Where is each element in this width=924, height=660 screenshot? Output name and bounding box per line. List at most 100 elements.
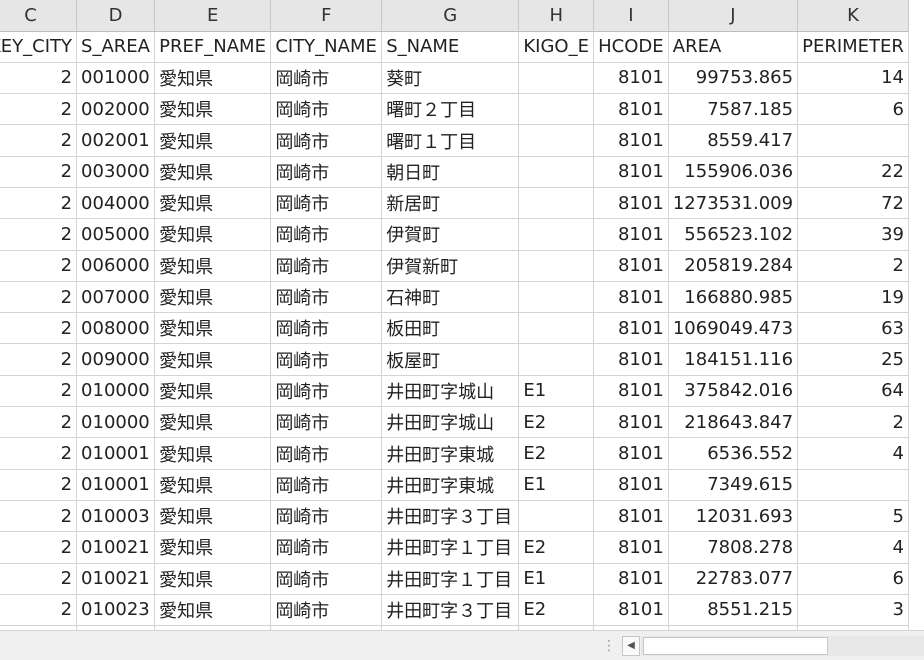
cell-s-name[interactable]: 井田町字東城 (381, 437, 520, 470)
cell-key-city[interactable]: 2 (0, 469, 78, 501)
header-cell-hcode[interactable]: HCODE (593, 31, 669, 63)
cell-perimeter[interactable]: 14 (797, 62, 909, 95)
cell-hcode[interactable]: 8101 (593, 156, 669, 188)
cell-pref-name[interactable]: 愛知県 (154, 281, 272, 314)
cell-area[interactable]: 8559.417 (668, 124, 799, 157)
cell-s-area[interactable]: 010021 (76, 563, 156, 595)
cell-area[interactable]: 184151.116 (668, 343, 799, 376)
cell-s-area[interactable]: 010000 (76, 375, 156, 408)
cell-key-city[interactable]: 2 (0, 343, 78, 376)
cell-s-name[interactable]: 井田町字城山 (381, 375, 520, 408)
cell-key-city[interactable]: 2 (0, 312, 78, 345)
cell-hcode[interactable]: 8101 (593, 406, 669, 439)
cell-pref-name[interactable]: 愛知県 (154, 218, 272, 251)
cell-s-area[interactable]: 010000 (76, 406, 156, 439)
cell-s-area[interactable]: 008000 (76, 312, 156, 345)
cell-key-city[interactable]: 2 (0, 62, 78, 95)
cell-pref-name[interactable]: 愛知県 (154, 124, 272, 157)
cell-hcode[interactable]: 8101 (593, 187, 669, 220)
cell-hcode[interactable]: 8101 (593, 281, 669, 314)
cell-pref-name[interactable]: 愛知県 (154, 343, 272, 376)
cell-kigo-e[interactable] (518, 93, 595, 126)
cell-kigo-e[interactable]: E1 (518, 375, 595, 408)
column-letter-kigo-e[interactable]: H (518, 0, 595, 32)
cell-s-name[interactable]: 伊賀町 (381, 218, 520, 251)
cell-hcode[interactable]: 8101 (593, 124, 669, 157)
cell-perimeter[interactable]: 4 (797, 437, 909, 470)
cell-city-name[interactable]: 岡崎市 (270, 375, 383, 408)
scroll-thumb[interactable] (643, 637, 828, 655)
cell-area[interactable]: 12031.693 (668, 500, 799, 533)
cell-city-name[interactable]: 岡崎市 (270, 62, 383, 95)
cell-s-name[interactable]: 板田町 (381, 312, 520, 345)
cell-city-name[interactable]: 岡崎市 (270, 343, 383, 376)
cell-s-name[interactable]: 板屋町 (381, 343, 520, 376)
cell-hcode[interactable]: 8101 (593, 375, 669, 408)
cell-perimeter[interactable]: 6 (797, 563, 909, 595)
cell-s-name[interactable]: 井田町字３丁目 (381, 500, 520, 533)
cell-area[interactable]: 1069049.473 (668, 312, 799, 345)
cell-perimeter[interactable]: 3 (797, 594, 909, 627)
cell-pref-name[interactable]: 愛知県 (154, 469, 272, 501)
cell-pref-name[interactable]: 愛知県 (154, 62, 272, 95)
scroll-left-arrow-icon[interactable]: ◀ (622, 636, 640, 656)
header-cell-kigo-e[interactable]: KIGO_E (518, 31, 595, 63)
cell-key-city[interactable]: 2 (0, 250, 78, 282)
cell-hcode[interactable]: 8101 (593, 594, 669, 627)
cell-s-area[interactable]: 010001 (76, 437, 156, 470)
header-cell-perimeter[interactable]: PERIMETER (797, 31, 909, 63)
cell-hcode[interactable]: 8101 (593, 312, 669, 345)
cell-pref-name[interactable]: 愛知県 (154, 406, 272, 439)
header-cell-s-name[interactable]: S_NAME (381, 31, 520, 63)
cell-city-name[interactable]: 岡崎市 (270, 469, 383, 501)
cell-s-area[interactable]: 001000 (76, 62, 156, 95)
cell-key-city[interactable]: 2 (0, 406, 78, 439)
cell-area[interactable]: 218643.847 (668, 406, 799, 439)
cell-perimeter[interactable]: 63 (797, 312, 909, 345)
cell-city-name[interactable]: 岡崎市 (270, 312, 383, 345)
cell-pref-name[interactable]: 愛知県 (154, 500, 272, 533)
cell-area[interactable]: 6536.552 (668, 437, 799, 470)
cell-s-name[interactable]: 新居町 (381, 187, 520, 220)
cell-area[interactable]: 7587.185 (668, 93, 799, 126)
cell-kigo-e[interactable] (518, 343, 595, 376)
cell-area[interactable]: 166880.985 (668, 281, 799, 314)
column-letter-hcode[interactable]: I (593, 0, 669, 32)
cell-s-area[interactable]: 004000 (76, 187, 156, 220)
cell-city-name[interactable]: 岡崎市 (270, 124, 383, 157)
column-letter-s-area[interactable]: D (76, 0, 156, 32)
cell-pref-name[interactable]: 愛知県 (154, 312, 272, 345)
cell-kigo-e[interactable] (518, 250, 595, 282)
cell-hcode[interactable]: 8101 (593, 437, 669, 470)
cell-perimeter[interactable]: 22 (797, 156, 909, 188)
column-letter-key-city[interactable]: C (0, 0, 78, 32)
cell-s-area[interactable]: 002001 (76, 124, 156, 157)
cell-pref-name[interactable]: 愛知県 (154, 594, 272, 627)
cell-hcode[interactable]: 8101 (593, 531, 669, 564)
header-cell-s-area[interactable]: S_AREA (76, 31, 156, 63)
cell-hcode[interactable]: 8101 (593, 250, 669, 282)
cell-perimeter[interactable]: 39 (797, 218, 909, 251)
cell-s-name[interactable]: 井田町字城山 (381, 406, 520, 439)
cell-perimeter[interactable]: 19 (797, 281, 909, 314)
cell-perimeter[interactable]: 2 (797, 250, 909, 282)
cell-city-name[interactable]: 岡崎市 (270, 500, 383, 533)
cell-key-city[interactable]: 2 (0, 156, 78, 188)
cell-s-name[interactable]: 葵町 (381, 62, 520, 95)
cell-area[interactable]: 7349.615 (668, 469, 799, 501)
cell-key-city[interactable]: 2 (0, 437, 78, 470)
cell-s-name[interactable]: 井田町字１丁目 (381, 531, 520, 564)
cell-city-name[interactable]: 岡崎市 (270, 187, 383, 220)
cell-s-name[interactable]: 石神町 (381, 281, 520, 314)
cell-area[interactable]: 556523.102 (668, 218, 799, 251)
cell-key-city[interactable]: 2 (0, 93, 78, 126)
cell-key-city[interactable]: 2 (0, 124, 78, 157)
cell-s-area[interactable]: 010001 (76, 469, 156, 501)
cell-s-area[interactable]: 009000 (76, 343, 156, 376)
cell-city-name[interactable]: 岡崎市 (270, 594, 383, 627)
cell-city-name[interactable]: 岡崎市 (270, 281, 383, 314)
cell-hcode[interactable]: 8101 (593, 218, 669, 251)
cell-s-area[interactable]: 010023 (76, 594, 156, 627)
cell-key-city[interactable]: 2 (0, 594, 78, 627)
cell-s-area[interactable]: 007000 (76, 281, 156, 314)
